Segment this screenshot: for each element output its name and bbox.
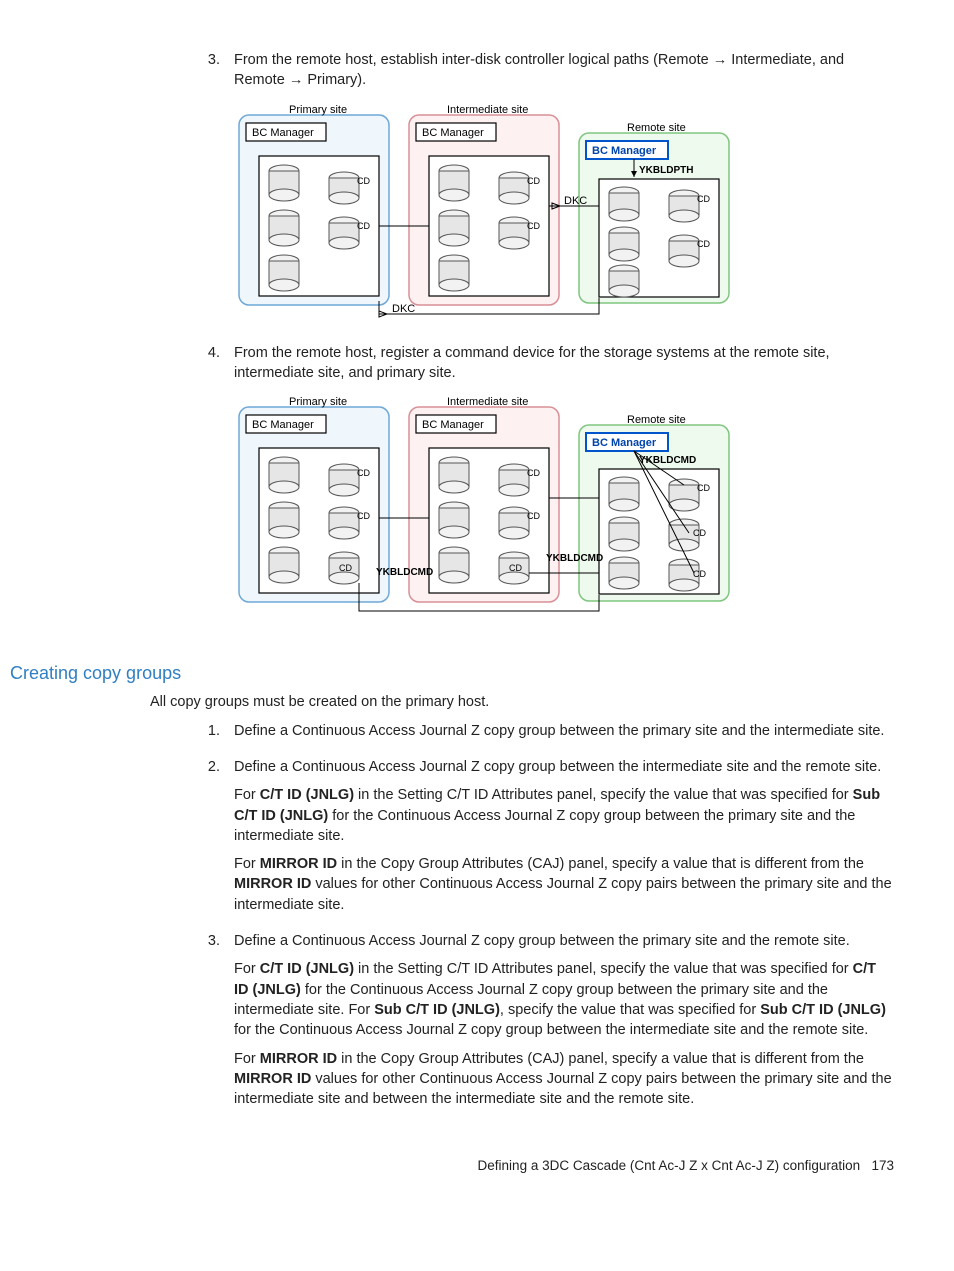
svg-text:CD: CD	[527, 468, 540, 478]
step-3: 3. From the remote host, establish inter…	[190, 50, 894, 335]
svg-text:CD: CD	[339, 563, 352, 573]
step-body: From the remote host, establish inter-di…	[234, 50, 894, 335]
svg-text:Primary site: Primary site	[289, 396, 347, 408]
svg-text:Primary site: Primary site	[289, 104, 347, 116]
step-paragraph: For MIRROR ID in the Copy Group Attribut…	[234, 1049, 894, 1110]
upper-steps: 3. From the remote host, establish inter…	[190, 50, 894, 637]
step-paragraph: For MIRROR ID in the Copy Group Attribut…	[234, 854, 894, 915]
svg-text:Remote site: Remote site	[627, 122, 686, 134]
step-paragraph: Define a Continuous Access Journal Z cop…	[234, 721, 894, 741]
svg-text:CD: CD	[509, 563, 522, 573]
step-body: Define a Continuous Access Journal Z cop…	[234, 931, 894, 1117]
step-number: 2.	[190, 757, 234, 923]
svg-text:CD: CD	[693, 528, 706, 538]
step-number: 3.	[190, 931, 234, 1117]
svg-text:CD: CD	[357, 221, 370, 231]
svg-text:YKBLDCMD: YKBLDCMD	[546, 553, 603, 564]
svg-text:CD: CD	[357, 468, 370, 478]
svg-text:CD: CD	[697, 239, 710, 249]
section-heading: Creating copy groups	[10, 661, 894, 686]
step-paragraph: Define a Continuous Access Journal Z cop…	[234, 931, 894, 951]
svg-text:BC Manager: BC Manager	[422, 419, 484, 431]
diagram-logical-paths: Primary site Intermediate site Remote si…	[234, 101, 894, 321]
list-item: 3.Define a Continuous Access Journal Z c…	[190, 931, 894, 1117]
svg-text:CD: CD	[527, 176, 540, 186]
svg-text:DKC: DKC	[392, 303, 415, 315]
step-paragraph: For C/T ID (JNLG) in the Setting C/T ID …	[234, 959, 894, 1040]
list-item: 1.Define a Continuous Access Journal Z c…	[190, 721, 894, 749]
svg-text:CD: CD	[357, 176, 370, 186]
svg-text:CD: CD	[357, 511, 370, 521]
step-number: 4.	[190, 343, 234, 638]
svg-text:DKC: DKC	[564, 195, 587, 207]
diagram-svg: Primary site Intermediate site Remote si…	[234, 393, 754, 623]
list-item: 2.Define a Continuous Access Journal Z c…	[190, 757, 894, 923]
diagram-svg: Primary site Intermediate site Remote si…	[234, 101, 754, 321]
svg-text:CD: CD	[697, 194, 710, 204]
page-footer: Defining a 3DC Cascade (Cnt Ac-J Z x Cnt…	[80, 1157, 894, 1176]
step-paragraph: Define a Continuous Access Journal Z cop…	[234, 757, 894, 777]
svg-text:BC Manager: BC Manager	[422, 127, 484, 139]
step-4: 4. From the remote host, register a comm…	[190, 343, 894, 638]
svg-text:Intermediate site: Intermediate site	[447, 396, 528, 408]
step-number: 1.	[190, 721, 234, 749]
svg-text:CD: CD	[693, 569, 706, 579]
svg-text:YKBLDPTH: YKBLDPTH	[639, 165, 693, 176]
step-text: From the remote host, establish inter-di…	[234, 50, 894, 91]
svg-text:Remote site: Remote site	[627, 414, 686, 426]
svg-text:BC Manager: BC Manager	[252, 127, 314, 139]
step-number: 3.	[190, 50, 234, 335]
svg-text:BC Manager: BC Manager	[592, 145, 657, 157]
step-text: From the remote host, register a command…	[234, 343, 894, 384]
svg-text:CD: CD	[697, 483, 710, 493]
section-intro: All copy groups must be created on the p…	[150, 692, 894, 712]
step-paragraph: For C/T ID (JNLG) in the Setting C/T ID …	[234, 785, 894, 846]
step-body: From the remote host, register a command…	[234, 343, 894, 638]
page-number: 173	[871, 1158, 894, 1173]
svg-text:BC Manager: BC Manager	[592, 437, 657, 449]
svg-text:YKBLDCMD: YKBLDCMD	[376, 567, 433, 578]
svg-text:BC Manager: BC Manager	[252, 419, 314, 431]
footer-text: Defining a 3DC Cascade (Cnt Ac-J Z x Cnt…	[478, 1158, 861, 1173]
section-body: All copy groups must be created on the p…	[190, 692, 894, 1117]
step-body: Define a Continuous Access Journal Z cop…	[234, 757, 894, 923]
svg-text:Intermediate site: Intermediate site	[447, 104, 528, 116]
svg-text:CD: CD	[527, 511, 540, 521]
diagram-command-device: Primary site Intermediate site Remote si…	[234, 393, 894, 623]
step-body: Define a Continuous Access Journal Z cop…	[234, 721, 894, 749]
svg-text:CD: CD	[527, 221, 540, 231]
